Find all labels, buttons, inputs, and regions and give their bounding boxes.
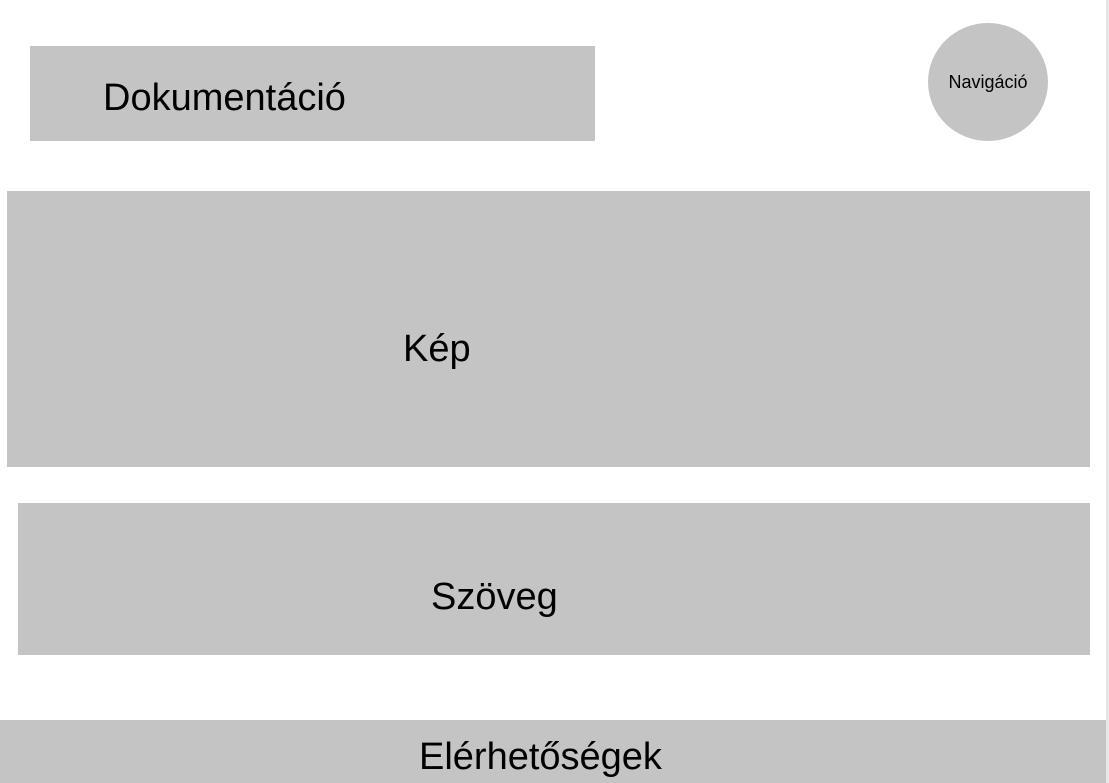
contacts-label: Elérhetőségek bbox=[419, 736, 662, 778]
documentation-header: Dokumentáció bbox=[30, 46, 595, 141]
text-placeholder: Szöveg bbox=[18, 503, 1090, 655]
contacts-footer: Elérhetőségek bbox=[0, 720, 1106, 783]
documentation-title: Dokumentáció bbox=[103, 77, 346, 119]
navigation-button[interactable]: Navigáció bbox=[928, 23, 1048, 141]
navigation-label: Navigáció bbox=[948, 72, 1028, 92]
image-placeholder: Kép bbox=[7, 191, 1090, 467]
text-placeholder-label: Szöveg bbox=[431, 576, 558, 618]
wireframe-page: Dokumentáció Navigáció Kép Szöveg Elérhe… bbox=[0, 0, 1109, 783]
image-placeholder-label: Kép bbox=[403, 328, 471, 370]
